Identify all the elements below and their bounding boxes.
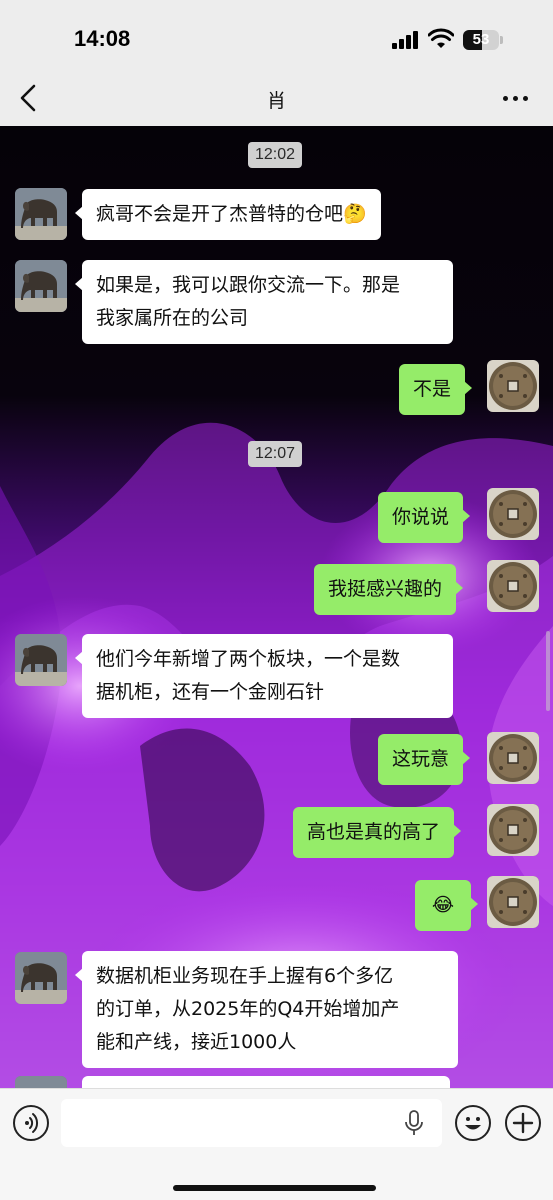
message-bubble-outgoing[interactable]: 我挺感兴趣的 bbox=[314, 564, 464, 615]
elephant-statue-avatar bbox=[15, 634, 67, 686]
message-bubble-outgoing[interactable]: 😂 bbox=[415, 880, 478, 931]
status-time: 14:08 bbox=[74, 26, 131, 51]
battery-icon: 53 bbox=[463, 30, 499, 50]
message-bubble-incoming-partial[interactable] bbox=[82, 1076, 450, 1088]
smiley-face-icon bbox=[465, 1117, 481, 1130]
battery-tip bbox=[500, 36, 503, 44]
more-options-icon[interactable] bbox=[500, 88, 532, 108]
message-bubble-outgoing[interactable]: 你说说 bbox=[378, 492, 471, 543]
contact-avatar[interactable] bbox=[15, 188, 67, 240]
message-bubble-outgoing[interactable]: 高也是真的高了 bbox=[293, 807, 462, 858]
scrollbar[interactable] bbox=[546, 631, 550, 711]
emoji-icon[interactable] bbox=[455, 1105, 491, 1141]
message-line: 我家属所在的公司 bbox=[96, 307, 249, 329]
elephant-statue-avatar bbox=[15, 952, 67, 1004]
message-bubble-incoming[interactable]: 数据机柜业务现在手上握有6个多亿 的订单，从2025年的Q4开始增加产 能和产线… bbox=[75, 951, 458, 1068]
message-line: 的订单，从2025年的Q4开始增加产 bbox=[96, 998, 400, 1020]
contact-avatar[interactable] bbox=[15, 634, 67, 686]
contact-avatar[interactable] bbox=[15, 952, 67, 1004]
contact-avatar[interactable] bbox=[15, 1076, 67, 1088]
battery-level: 53 bbox=[472, 31, 490, 48]
timestamp-1202: 12:02 bbox=[248, 142, 303, 168]
ancient-coin-avatar bbox=[487, 488, 539, 540]
voice-icon[interactable] bbox=[13, 1105, 49, 1141]
message-line: 如果是，我可以跟你交流一下。那是 bbox=[96, 274, 401, 296]
ancient-coin-avatar bbox=[487, 732, 539, 784]
message-bubble-incoming[interactable]: 疯哥不会是开了杰普特的仓吧🤔 bbox=[75, 189, 381, 240]
my-avatar[interactable] bbox=[487, 732, 539, 784]
wifi-icon bbox=[428, 28, 454, 48]
ancient-coin-avatar bbox=[487, 560, 539, 612]
ancient-coin-avatar bbox=[487, 804, 539, 856]
message-line: 数据机柜业务现在手上握有6个多亿 bbox=[96, 965, 394, 987]
ancient-coin-avatar bbox=[487, 360, 539, 412]
plus-sign-icon bbox=[512, 1112, 534, 1134]
plus-icon[interactable] bbox=[505, 1105, 541, 1141]
my-avatar[interactable] bbox=[487, 488, 539, 540]
timestamp-1207: 12:07 bbox=[248, 441, 303, 467]
chat-title: 肖 bbox=[266, 90, 286, 112]
message-input[interactable] bbox=[61, 1099, 442, 1147]
message-line: 他们今年新增了两个板块，一个是数 bbox=[96, 648, 401, 670]
message-bubble-outgoing[interactable]: 不是 bbox=[399, 364, 473, 415]
contact-avatar[interactable] bbox=[15, 260, 67, 312]
chat-area[interactable]: 12:02 疯哥不会是开了杰普特的仓吧🤔 如果是，我可以跟你交流一下。那是 我家… bbox=[0, 126, 553, 1088]
message-bubble-incoming[interactable]: 他们今年新增了两个板块，一个是数 据机柜，还有一个金刚石针 bbox=[75, 634, 453, 718]
my-avatar[interactable] bbox=[487, 560, 539, 612]
ancient-coin-avatar bbox=[487, 876, 539, 928]
elephant-statue-avatar bbox=[15, 188, 67, 240]
message-line: 据机柜，还有一个金刚石针 bbox=[96, 681, 325, 703]
elephant-statue-avatar bbox=[15, 1076, 67, 1088]
voice-waves-icon bbox=[25, 1113, 39, 1133]
my-avatar[interactable] bbox=[487, 360, 539, 412]
home-indicator[interactable] bbox=[173, 1185, 376, 1191]
message-bubble-incoming[interactable]: 如果是，我可以跟你交流一下。那是 我家属所在的公司 bbox=[75, 260, 453, 344]
my-avatar[interactable] bbox=[487, 804, 539, 856]
message-line: 能和产线，接近1000人 bbox=[96, 1031, 297, 1053]
cellular-signal-icon bbox=[392, 31, 420, 49]
mic-icon[interactable] bbox=[404, 1110, 424, 1136]
top-bar: 14:08 53 肖 bbox=[0, 0, 553, 126]
my-avatar[interactable] bbox=[487, 876, 539, 928]
elephant-statue-avatar bbox=[15, 260, 67, 312]
message-bubble-outgoing[interactable]: 这玩意 bbox=[378, 734, 471, 785]
input-bar bbox=[0, 1088, 553, 1200]
